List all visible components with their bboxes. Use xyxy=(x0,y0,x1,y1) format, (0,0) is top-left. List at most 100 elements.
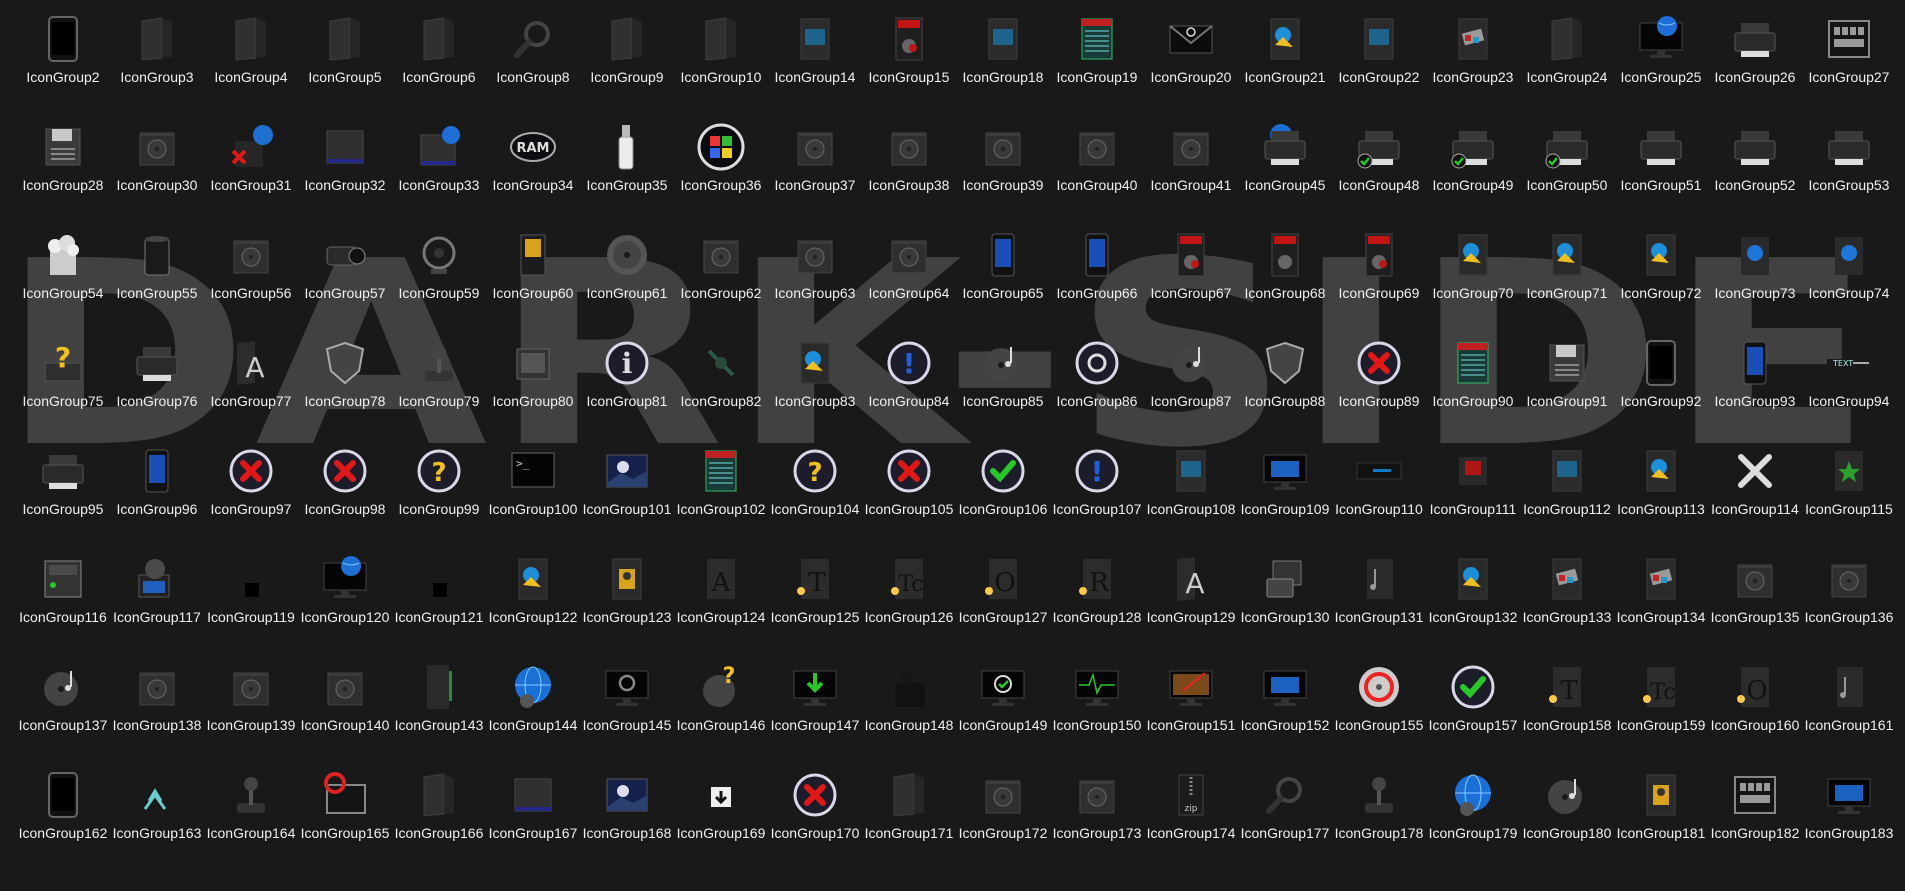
desktop-icon[interactable]: IconGroup53 xyxy=(1802,118,1896,226)
desktop-icon[interactable]: IconGroup65 xyxy=(956,226,1050,334)
desktop-icon[interactable]: IconGroup178 xyxy=(1332,766,1426,874)
desktop-icon[interactable]: IconGroup24 xyxy=(1520,10,1614,118)
desktop-icon[interactable]: A IconGroup129 xyxy=(1144,550,1238,658)
desktop-icon[interactable]: ? IconGroup75 xyxy=(16,334,110,442)
desktop-icon[interactable]: IconGroup149 xyxy=(956,658,1050,766)
desktop-icon[interactable]: IconGroup2 xyxy=(16,10,110,118)
desktop-icon[interactable]: IconGroup76 xyxy=(110,334,204,442)
desktop-icon[interactable]: IconGroup108 xyxy=(1144,442,1238,550)
desktop-icon[interactable]: IconGroup49 xyxy=(1426,118,1520,226)
desktop-icon[interactable]: IconGroup67 xyxy=(1144,226,1238,334)
desktop-icon[interactable]: RAM IconGroup34 xyxy=(486,118,580,226)
desktop-icon[interactable]: IconGroup121 xyxy=(392,550,486,658)
desktop-icon[interactable]: IconGroup112 xyxy=(1520,442,1614,550)
desktop-icon[interactable]: IconGroup168 xyxy=(580,766,674,874)
desktop-icon[interactable]: IconGroup145 xyxy=(580,658,674,766)
desktop-icon[interactable]: IconGroup82 xyxy=(674,334,768,442)
desktop-icon[interactable]: IconGroup144 xyxy=(486,658,580,766)
desktop-icon[interactable]: IconGroup33 xyxy=(392,118,486,226)
desktop-icon[interactable]: i IconGroup81 xyxy=(580,334,674,442)
desktop-icon[interactable]: IconGroup122 xyxy=(486,550,580,658)
desktop-icon[interactable]: IconGroup64 xyxy=(862,226,956,334)
desktop-icon[interactable]: IconGroup152 xyxy=(1238,658,1332,766)
desktop-icon[interactable]: IconGroup113 xyxy=(1614,442,1708,550)
desktop-icon[interactable]: T IconGroup125 xyxy=(768,550,862,658)
desktop-icon[interactable]: IconGroup164 xyxy=(204,766,298,874)
desktop-icon[interactable]: IconGroup19 xyxy=(1050,10,1144,118)
desktop-icon[interactable]: IconGroup73 xyxy=(1708,226,1802,334)
desktop-icon[interactable]: A IconGroup77 xyxy=(204,334,298,442)
desktop-icon[interactable]: IconGroup63 xyxy=(768,226,862,334)
desktop-icon[interactable]: IconGroup134 xyxy=(1614,550,1708,658)
desktop-icon[interactable]: IconGroup163 xyxy=(110,766,204,874)
desktop-icon[interactable]: IconGroup143 xyxy=(392,658,486,766)
desktop-icon[interactable]: IconGroup180 xyxy=(1520,766,1614,874)
desktop-icon[interactable]: IconGroup54 xyxy=(16,226,110,334)
desktop-icon[interactable]: ! IconGroup84 xyxy=(862,334,956,442)
desktop-icon[interactable]: IconGroup95 xyxy=(16,442,110,550)
desktop-icon[interactable]: IconGroup10 xyxy=(674,10,768,118)
desktop-icon[interactable]: IconGroup161 xyxy=(1802,658,1896,766)
desktop-icon[interactable]: IconGroup151 xyxy=(1144,658,1238,766)
desktop-icon[interactable]: IconGroup56 xyxy=(204,226,298,334)
desktop-icon[interactable]: IconGroup171 xyxy=(862,766,956,874)
desktop-icon[interactable]: IconGroup40 xyxy=(1050,118,1144,226)
desktop-icon[interactable]: IconGroup148 xyxy=(862,658,956,766)
desktop-icon[interactable]: IconGroup38 xyxy=(862,118,956,226)
desktop-icon[interactable]: IconGroup93 xyxy=(1708,334,1802,442)
desktop-icon[interactable]: IconGroup165 xyxy=(298,766,392,874)
desktop-icon[interactable]: IconGroup71 xyxy=(1520,226,1614,334)
desktop-icon[interactable]: ? IconGroup104 xyxy=(768,442,862,550)
desktop-icon[interactable]: IconGroup170 xyxy=(768,766,862,874)
desktop-icon[interactable]: IconGroup98 xyxy=(298,442,392,550)
desktop-icon[interactable]: IconGroup117 xyxy=(110,550,204,658)
desktop-icon[interactable]: IconGroup91 xyxy=(1520,334,1614,442)
desktop-icon[interactable]: IconGroup181 xyxy=(1614,766,1708,874)
desktop-icon[interactable]: IconGroup110 xyxy=(1332,442,1426,550)
desktop-icon[interactable]: IconGroup139 xyxy=(204,658,298,766)
desktop-icon[interactable]: IconGroup61 xyxy=(580,226,674,334)
desktop-icon[interactable]: IconGroup97 xyxy=(204,442,298,550)
desktop-icon[interactable]: IconGroup147 xyxy=(768,658,862,766)
desktop-icon[interactable]: ? IconGroup146 xyxy=(674,658,768,766)
desktop-icon[interactable]: IconGroup35 xyxy=(580,118,674,226)
desktop-icon[interactable]: Tc IconGroup126 xyxy=(862,550,956,658)
desktop-icon[interactable]: IconGroup51 xyxy=(1614,118,1708,226)
desktop-icon[interactable]: IconGroup70 xyxy=(1426,226,1520,334)
desktop-icon[interactable]: IconGroup123 xyxy=(580,550,674,658)
desktop-icon[interactable]: R IconGroup128 xyxy=(1050,550,1144,658)
desktop-icon[interactable]: IconGroup32 xyxy=(298,118,392,226)
desktop-icon[interactable]: IconGroup23 xyxy=(1426,10,1520,118)
desktop-icon[interactable]: IconGroup119 xyxy=(204,550,298,658)
desktop-icon[interactable]: IconGroup80 xyxy=(486,334,580,442)
desktop-icon[interactable]: IconGroup115 xyxy=(1802,442,1896,550)
desktop-icon[interactable]: ? IconGroup99 xyxy=(392,442,486,550)
desktop-icon[interactable]: IconGroup36 xyxy=(674,118,768,226)
desktop-icon[interactable]: IconGroup130 xyxy=(1238,550,1332,658)
desktop-icon[interactable]: IconGroup3 xyxy=(110,10,204,118)
desktop-icon[interactable]: IconGroup172 xyxy=(956,766,1050,874)
desktop-icon[interactable]: IconGroup155 xyxy=(1332,658,1426,766)
desktop-icon[interactable]: IconGroup106 xyxy=(956,442,1050,550)
desktop-icon[interactable]: IconGroup92 xyxy=(1614,334,1708,442)
desktop-icon[interactable]: IconGroup31 xyxy=(204,118,298,226)
desktop-icon[interactable]: IconGroup116 xyxy=(16,550,110,658)
desktop-icon[interactable]: IconGroup88 xyxy=(1238,334,1332,442)
desktop-icon[interactable]: IconGroup60 xyxy=(486,226,580,334)
desktop-icon[interactable]: IconGroup90 xyxy=(1426,334,1520,442)
desktop-icon[interactable]: IconGroup45 xyxy=(1238,118,1332,226)
desktop-icon[interactable]: IconGroup69 xyxy=(1332,226,1426,334)
desktop-icon[interactable]: IconGroup150 xyxy=(1050,658,1144,766)
desktop-icon[interactable]: O IconGroup127 xyxy=(956,550,1050,658)
desktop-icon[interactable]: IconGroup102 xyxy=(674,442,768,550)
desktop-icon[interactable]: IconGroup177 xyxy=(1238,766,1332,874)
desktop-icon[interactable]: A IconGroup124 xyxy=(674,550,768,658)
desktop-icon[interactable]: IconGroup72 xyxy=(1614,226,1708,334)
desktop-icon[interactable]: IconGroup83 xyxy=(768,334,862,442)
desktop-icon[interactable]: IconGroup133 xyxy=(1520,550,1614,658)
desktop-icon[interactable]: >_ IconGroup100 xyxy=(486,442,580,550)
desktop-icon[interactable]: IconGroup48 xyxy=(1332,118,1426,226)
desktop-icon[interactable]: IconGroup26 xyxy=(1708,10,1802,118)
desktop-icon[interactable]: IconGroup96 xyxy=(110,442,204,550)
desktop-icon[interactable]: IconGroup166 xyxy=(392,766,486,874)
